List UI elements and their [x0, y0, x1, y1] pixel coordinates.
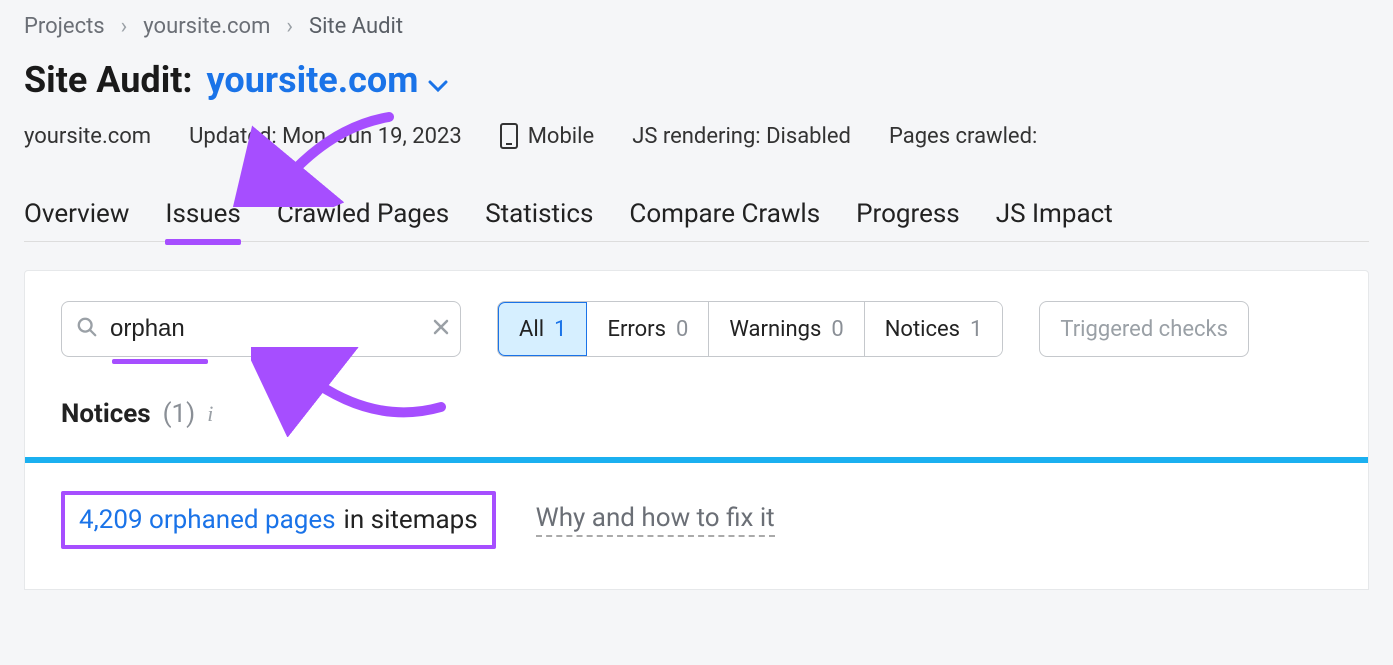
page-title-row: Site Audit: yoursite.com — [24, 59, 1369, 101]
triggered-checks-dropdown[interactable]: Triggered checks — [1039, 301, 1249, 357]
info-icon[interactable]: i — [207, 401, 213, 427]
search-icon — [76, 316, 98, 342]
meta-device-label: Mobile — [528, 124, 594, 149]
orphaned-pages-link[interactable]: 4,209 orphaned pages — [79, 505, 336, 535]
filter-warnings[interactable]: Warnings 0 — [709, 302, 864, 356]
issues-panel: All 1 Errors 0 Warnings 0 Notices 1 — [24, 270, 1369, 590]
domain-dropdown[interactable]: yoursite.com — [207, 59, 449, 101]
chevron-down-icon — [428, 61, 448, 103]
breadcrumb-current: Site Audit — [309, 14, 403, 39]
filter-all[interactable]: All 1 — [497, 301, 588, 357]
search-box[interactable] — [61, 301, 461, 357]
why-how-fix-link[interactable]: Why and how to fix it — [536, 503, 775, 537]
breadcrumb-projects[interactable]: Projects — [24, 14, 105, 39]
orphaned-pages-text: in sitemaps — [344, 505, 478, 535]
clear-icon[interactable] — [432, 317, 450, 342]
meta-domain: yoursite.com — [24, 124, 151, 149]
meta-js-rendering: JS rendering: Disabled — [632, 124, 851, 149]
notice-result-row: 4,209 orphaned pages in sitemaps Why and… — [25, 463, 1368, 589]
meta-pages-crawled: Pages crawled: — [889, 124, 1037, 149]
meta-device: Mobile — [500, 123, 594, 149]
annotation-arrow-icon — [229, 107, 409, 207]
breadcrumb-domain[interactable]: yoursite.com — [143, 14, 270, 39]
page-title: Site Audit: — [24, 59, 193, 101]
tab-compare-crawls[interactable]: Compare Crawls — [629, 199, 820, 229]
mobile-icon — [500, 123, 518, 149]
filter-pill-group: All 1 Errors 0 Warnings 0 Notices 1 — [497, 301, 1003, 357]
filter-warnings-count: 0 — [831, 317, 843, 342]
filter-notices[interactable]: Notices 1 — [865, 302, 1003, 356]
filter-notices-count: 1 — [970, 317, 982, 342]
meta-row: yoursite.com Updated: Mon, Jun 19, 2023 … — [24, 123, 1369, 149]
notices-section-header: Notices (1) i — [61, 399, 1332, 429]
notices-count: (1) — [163, 399, 196, 429]
meta-updated: Updated: Mon, Jun 19, 2023 — [189, 124, 462, 149]
notices-label: Notices — [61, 399, 151, 429]
annotation-highlight-box: 4,209 orphaned pages in sitemaps — [61, 491, 496, 549]
filter-all-count: 1 — [554, 317, 566, 342]
tab-js-impact[interactable]: JS Impact — [996, 199, 1113, 229]
breadcrumb: Projects › yoursite.com › Site Audit — [24, 14, 1369, 39]
chevron-right-icon: › — [121, 14, 128, 39]
filter-warnings-label: Warnings — [729, 317, 821, 342]
filter-errors[interactable]: Errors 0 — [587, 302, 709, 356]
tab-overview[interactable]: Overview — [24, 199, 129, 229]
filter-row: All 1 Errors 0 Warnings 0 Notices 1 — [61, 301, 1332, 357]
domain-name: yoursite.com — [207, 59, 419, 101]
filter-errors-label: Errors — [607, 317, 666, 342]
tabs: Overview Issues Crawled Pages Statistics… — [24, 199, 1369, 242]
chevron-right-icon: › — [286, 14, 293, 39]
tab-issues[interactable]: Issues — [165, 199, 240, 229]
filter-all-label: All — [519, 317, 544, 342]
annotation-underline — [112, 359, 208, 364]
tab-progress[interactable]: Progress — [856, 199, 960, 229]
filter-notices-label: Notices — [885, 317, 960, 342]
filter-errors-count: 0 — [676, 317, 688, 342]
triggered-checks-label: Triggered checks — [1060, 317, 1228, 342]
tab-crawled-pages[interactable]: Crawled Pages — [277, 199, 449, 229]
search-input[interactable] — [110, 315, 420, 343]
tab-statistics[interactable]: Statistics — [485, 199, 593, 229]
